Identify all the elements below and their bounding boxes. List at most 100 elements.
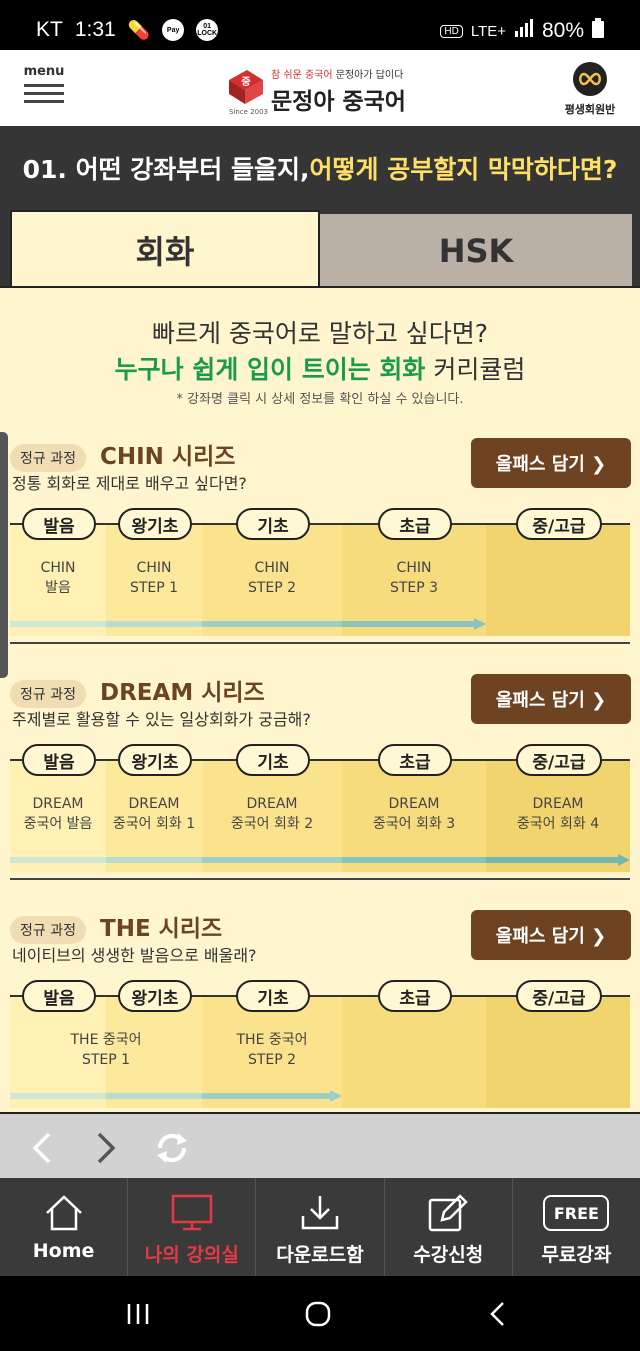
level-pill: 기초 [236,744,310,776]
home-circle-icon [305,1301,331,1327]
hd-icon: HD [440,24,463,38]
series-badge: 정규 과정 [10,680,86,708]
course-link[interactable]: DREAM 중국어 발음 [10,794,106,834]
series-badge: 정규 과정 [10,916,86,944]
lte-icon: LTE+ [470,22,506,40]
tab-label: 무료강좌 [541,1244,612,1266]
signal-icon [514,19,534,43]
level-pill: 기초 [236,508,310,540]
tab-label: 수강신청 [413,1244,484,1266]
course-link[interactable]: DREAM 중국어 회화 3 [342,794,486,834]
section-banner: 01. 어떤 강좌부터 들을지, 어떻게 공부할지 막막하다면? [0,126,640,210]
logo-name: 문정아 중국어 [271,89,406,115]
infinity-icon [573,62,607,96]
svg-text:중: 중 [241,76,250,88]
progress-arrow [10,1090,342,1102]
course-link[interactable]: CHIN 발음 [10,558,106,598]
tab-enrollment[interactable]: 수강신청 [385,1178,513,1276]
course-link[interactable]: DREAM 중국어 회화 4 [486,794,630,834]
intro-line-2: 누구나 쉽게 입이 트이는 회화 커리큘럼 [114,355,526,384]
lifetime-label: 평생회원반 [564,103,616,116]
home-icon [45,1195,82,1231]
series-the: 정규 과정 THE 시리즈 네이티브의 생생한 발음으로 배울래? 올패스 담기… [0,906,640,1112]
home-system-button[interactable] [298,1298,338,1330]
intro-note: * 강좌명 클릭 시 상세 정보를 확인 하실 수 있습니다. [176,392,464,407]
chevron-left-icon [32,1132,51,1164]
back-button[interactable] [22,1126,62,1170]
logo-mark-icon: 중 [229,70,263,104]
menu-label: menu [23,64,65,79]
tab-my-classroom[interactable]: 나의 강의실 [128,1178,257,1276]
tab-label: 나의 강의실 [144,1244,239,1266]
tab-hsk[interactable]: HSK [320,214,632,288]
level-pill: 중/고급 [516,508,602,540]
level-pill: 발음 [22,980,96,1012]
edit-icon [428,1194,468,1232]
course-link[interactable]: DREAM 중국어 회화 2 [202,794,342,834]
level-pill: 왕기초 [118,508,192,540]
series-chin: 정규 과정 CHIN 시리즈 정통 회화로 제대로 배우고 싶다면? 올패스 담… [0,434,640,654]
menu-icon [24,84,64,87]
tab-conversation[interactable]: 회화 [10,210,320,288]
level-pill: 중/고급 [516,980,602,1012]
lifetime-membership-button[interactable]: 평생회원반 [558,62,622,117]
recents-icon [127,1304,149,1324]
level-pill: 왕기초 [118,744,192,776]
tab-label: Home [32,1240,95,1262]
level-pill: 초급 [378,980,452,1012]
monitor-icon [171,1194,213,1231]
tab-home[interactable]: Home [0,1178,129,1276]
pill-icon: 💊 [127,19,151,40]
level-bands: THE 중국어 STEP 1 THE 중국어 STEP 2 [10,996,630,1108]
bottom-tab-bar: Home 나의 강의실 다운로드함 수강신청 FREE 무료강좌 [0,1178,640,1276]
logo-since: Since 2003 [229,108,269,116]
series-title: DREAM 시리즈 [100,680,265,706]
tab-free-lectures[interactable]: FREE 무료강좌 [513,1178,640,1276]
progress-arrow [10,618,486,630]
back-arrow-icon [490,1302,504,1326]
lock-icon: 01 LOCK [196,19,219,41]
battery-percent: 80% [541,19,584,42]
level-pill: 왕기초 [118,980,192,1012]
level-bands: CHIN 발음 CHIN STEP 1 CHIN STEP 2 CHIN STEP 3 [10,524,630,636]
menu-button[interactable]: menu [22,64,66,114]
series-badge: 정규 과정 [10,444,86,472]
clock: 1:31 [74,18,116,41]
curriculum-tabs: 회화 HSK [0,210,640,288]
banner-prefix: 01. 어떤 강좌부터 들을지, [22,155,310,184]
series-desc: 주제별로 활용할 수 있는 일상회화가 궁금해? [12,710,311,729]
brand-logo[interactable]: 중 Since 2003 참 쉬운 중국어 문정아가 답이다 문정아 중국어 [225,60,425,118]
level-pill: 기초 [236,980,310,1012]
battery-icon [592,18,604,44]
system-nav-bar [0,1276,640,1351]
course-link[interactable]: CHIN STEP 2 [202,558,342,598]
course-link[interactable]: CHIN STEP 3 [342,558,486,598]
app-header: menu 중 Since 2003 참 쉬운 중국어 문정아가 답이다 문정아 … [0,50,640,126]
free-speech-bubble-icon: FREE [543,1195,610,1231]
course-link[interactable]: THE 중국어 STEP 2 [202,1030,342,1070]
course-link[interactable]: DREAM 중국어 회화 1 [106,794,202,834]
refresh-icon [157,1133,187,1163]
forward-button[interactable] [86,1126,126,1170]
allpass-add-button[interactable]: 올패스 담기 ❯ [471,910,631,960]
level-pill: 초급 [378,744,452,776]
system-back-button[interactable] [478,1298,518,1330]
curriculum-content: 빠르게 중국어로 말하고 싶다면? 누구나 쉽게 입이 트이는 회화 커리큘럼 … [0,286,640,1112]
recents-button[interactable] [118,1298,158,1330]
series-title: THE 시리즈 [100,916,223,942]
allpass-add-button[interactable]: 올패스 담기 ❯ [471,674,631,724]
carrier-label: KT [36,18,63,41]
level-row: 발음 왕기초 기초 초급 중/고급 [0,980,640,1012]
course-link[interactable]: THE 중국어 STEP 1 [10,1030,202,1070]
refresh-button[interactable] [152,1126,192,1170]
tab-downloads[interactable]: 다운로드함 [256,1178,385,1276]
level-pill: 발음 [22,508,96,540]
intro-line-1: 빠르게 중국어로 말하고 싶다면? [151,319,489,348]
download-icon [301,1196,339,1230]
course-link[interactable]: CHIN STEP 1 [106,558,202,598]
allpass-add-button[interactable]: 올패스 담기 ❯ [471,438,631,488]
level-bands: DREAM 중국어 발음 DREAM 중국어 회화 1 DREAM 중국어 회화 2 … [10,760,630,872]
series-title: CHIN 시리즈 [100,444,236,470]
level-row: 발음 왕기초 기초 초급 중/고급 [0,508,640,540]
series-desc: 정통 회화로 제대로 배우고 싶다면? [12,474,247,493]
